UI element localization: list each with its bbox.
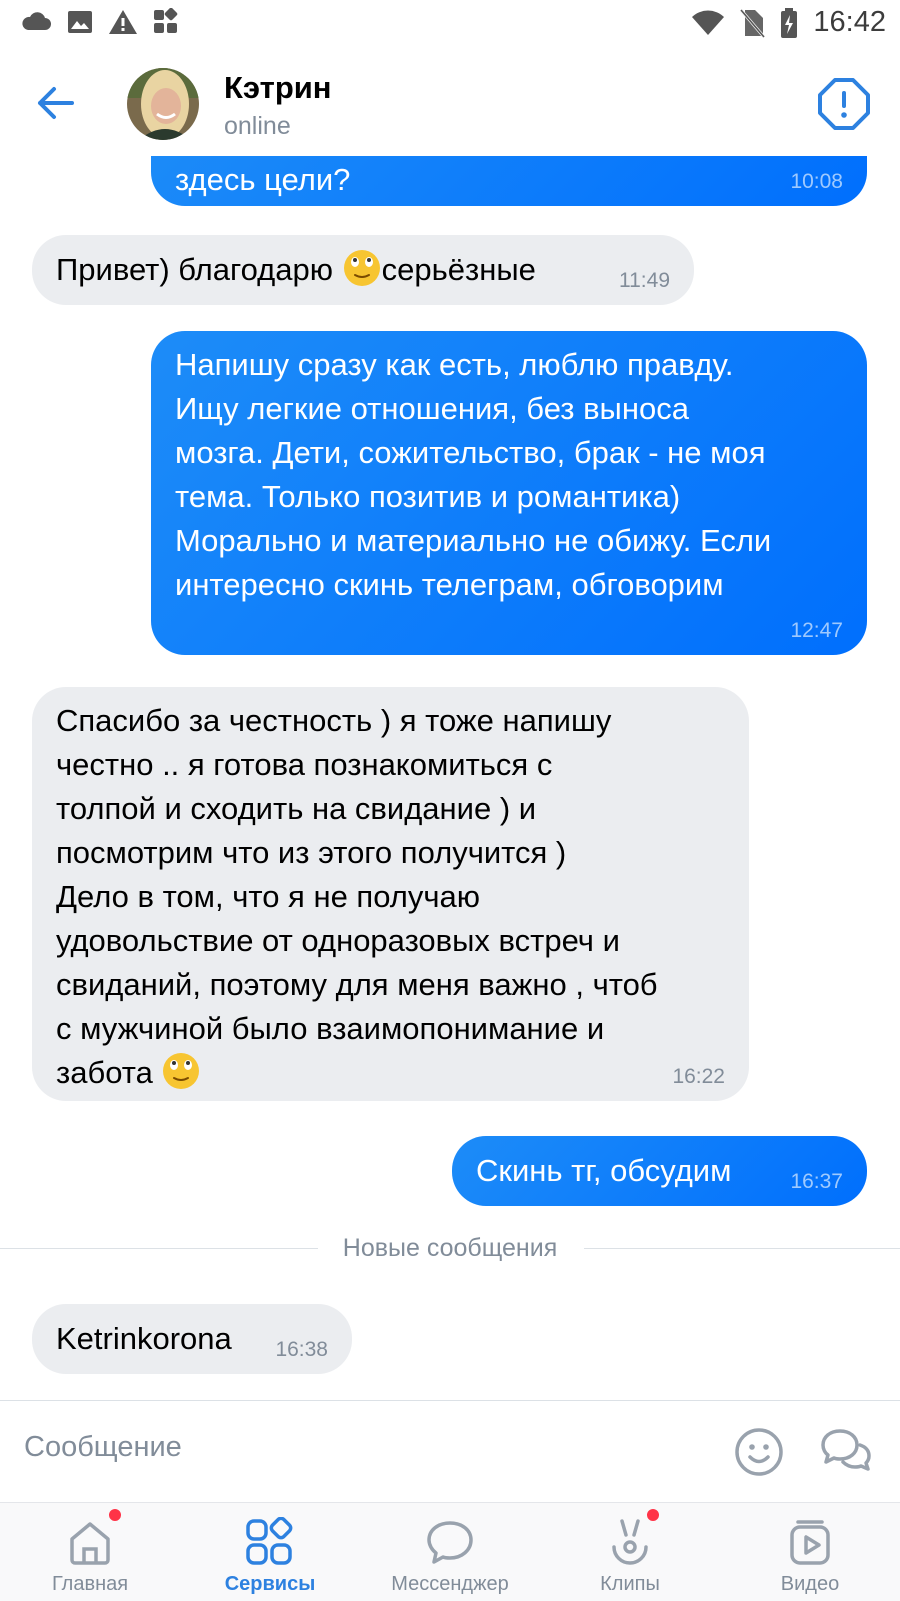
message-time: 16:22 bbox=[672, 1065, 725, 1088]
message-time: 10:08 bbox=[790, 170, 843, 193]
message-bubble-in[interactable]: Ketrinkorona 16:38 bbox=[32, 1304, 352, 1374]
tab-label: Клипы bbox=[600, 1573, 660, 1595]
no-sim-icon bbox=[740, 8, 766, 38]
smile-icon bbox=[735, 1428, 783, 1476]
chat-header: Кэтрин online bbox=[0, 50, 900, 156]
tab-label: Видео bbox=[780, 1573, 840, 1595]
message-list[interactable]: здесь цели? 10:08 Привет) благодарю серь… bbox=[0, 156, 900, 1400]
status-time: 16:42 bbox=[813, 6, 886, 38]
message-bubble-in[interactable]: Привет) благодарю серьёзные 11:49 bbox=[32, 235, 694, 305]
divider-label: Новые сообщения bbox=[342, 1234, 558, 1262]
message-bubble-out[interactable]: Напишу сразу как есть, люблю правду. Ищу… bbox=[151, 331, 867, 655]
chat-bubbles-icon bbox=[821, 1429, 871, 1471]
message-text: Ketrinkorona bbox=[56, 1321, 232, 1356]
emoji-button[interactable] bbox=[732, 1425, 786, 1479]
warning-icon bbox=[109, 10, 137, 34]
message-bubble-in[interactable]: Спасибо за честность ) я тоже напишу чес… bbox=[32, 687, 749, 1101]
back-button[interactable] bbox=[30, 78, 80, 128]
avatar-image bbox=[127, 68, 199, 140]
video-icon bbox=[790, 1520, 830, 1565]
message-text: Скинь тг, обсудим bbox=[476, 1153, 732, 1188]
bottom-tab-bar: Главная Сервисы Мессенджер Клипы Видео bbox=[0, 1502, 900, 1601]
message-composer: Сообщение bbox=[0, 1400, 900, 1503]
relieved-face-icon bbox=[163, 1053, 200, 1089]
report-icon bbox=[818, 78, 870, 130]
message-bubble-out[interactable]: Скинь тг, обсудим 16:37 bbox=[452, 1136, 867, 1206]
tab-video[interactable]: Видео bbox=[735, 1503, 885, 1601]
message-text-body: Спасибо за честность ) я тоже напишу чес… bbox=[56, 703, 658, 1090]
notification-badge bbox=[107, 1507, 123, 1523]
relieved-face-icon bbox=[343, 250, 380, 286]
tab-clips[interactable]: Клипы bbox=[555, 1503, 705, 1601]
tab-label: Сервисы bbox=[224, 1573, 316, 1595]
clips-icon bbox=[612, 1519, 648, 1565]
message-text: Привет) благодарю bbox=[56, 252, 342, 287]
notification-badge bbox=[645, 1507, 661, 1523]
tab-home[interactable]: Главная bbox=[15, 1503, 165, 1601]
avatar[interactable] bbox=[127, 68, 199, 140]
message-time: 16:38 bbox=[275, 1338, 328, 1361]
report-button[interactable] bbox=[816, 76, 872, 132]
tab-messenger[interactable]: Мессенджер bbox=[375, 1503, 525, 1601]
services-grid-icon bbox=[246, 1517, 293, 1565]
message-text: Спасибо за честность ) я тоже напишу чес… bbox=[56, 699, 729, 1095]
message-bubble-out[interactable]: здесь цели? 10:08 bbox=[151, 156, 867, 206]
tab-label: Мессенджер bbox=[391, 1573, 509, 1595]
image-icon bbox=[68, 11, 92, 33]
message-text-cont: серьёзные bbox=[381, 252, 536, 287]
contact-status: online bbox=[224, 112, 291, 140]
contact-name[interactable]: Кэтрин bbox=[224, 70, 332, 106]
message-input[interactable]: Сообщение bbox=[24, 1431, 182, 1464]
arrow-left-icon bbox=[38, 87, 74, 119]
tab-services[interactable]: Сервисы bbox=[195, 1503, 345, 1601]
home-icon bbox=[70, 1522, 110, 1565]
message-text: Напишу сразу как есть, люблю правду. Ищу… bbox=[175, 347, 772, 602]
message-text: здесь цели? bbox=[175, 162, 351, 197]
message-time: 11:49 bbox=[619, 269, 670, 292]
status-bar: 16:42 bbox=[0, 0, 900, 50]
message-time: 16:37 bbox=[790, 1170, 843, 1193]
cloud-icon bbox=[22, 12, 51, 30]
new-messages-divider: Новые сообщения bbox=[0, 1228, 900, 1268]
battery-charging-icon bbox=[781, 7, 798, 38]
tab-label: Главная bbox=[51, 1573, 129, 1595]
message-time: 12:47 bbox=[790, 619, 843, 642]
chat-action-button[interactable] bbox=[818, 1425, 874, 1479]
apps-icon bbox=[154, 8, 178, 33]
messenger-icon bbox=[427, 1521, 473, 1564]
wifi-icon bbox=[692, 10, 725, 35]
